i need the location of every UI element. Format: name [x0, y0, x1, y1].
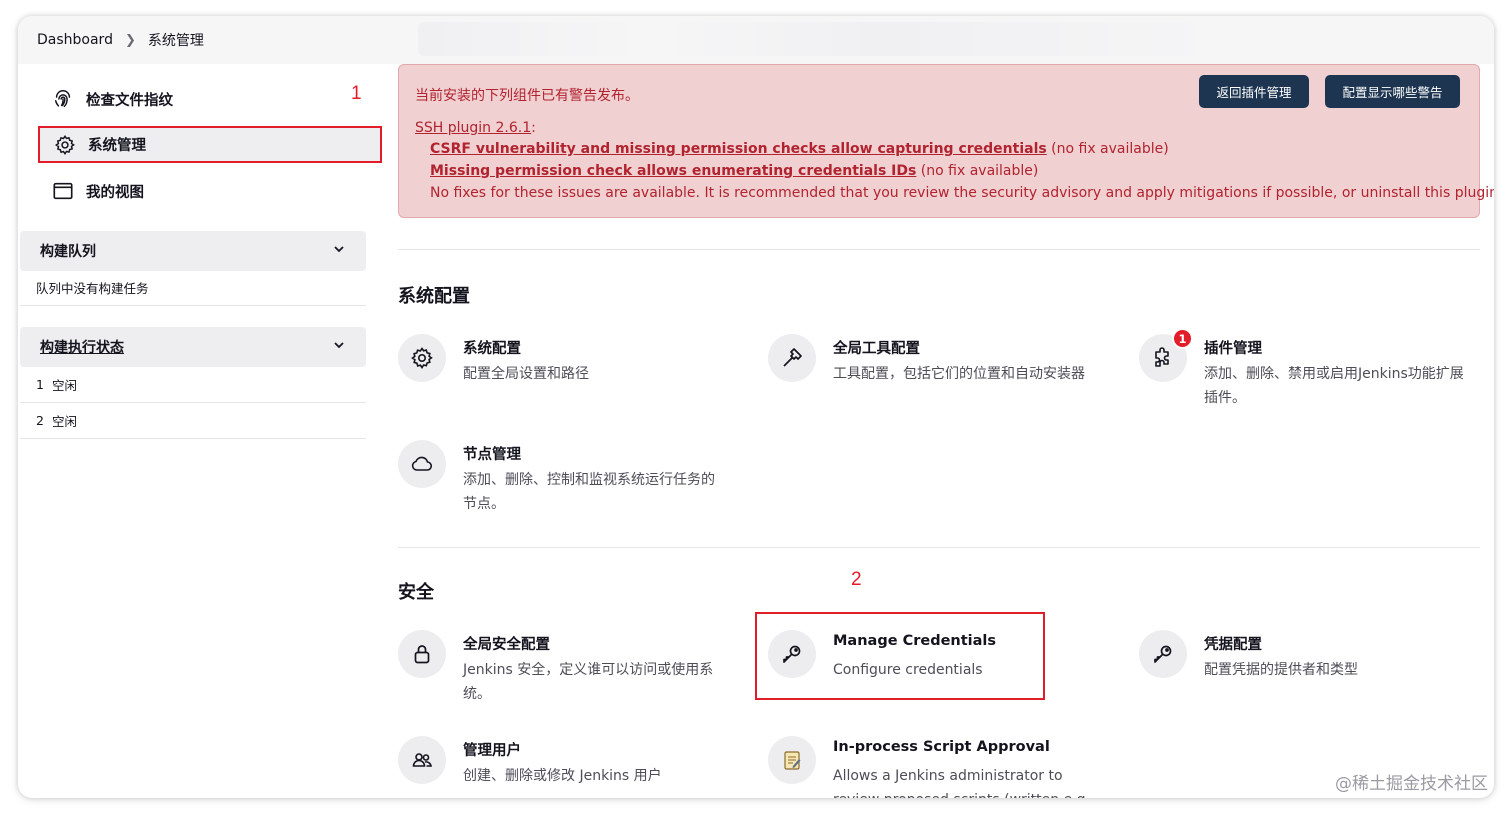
issue-link[interactable]: CSRF vulnerability and missing permissio… [430, 141, 1047, 157]
tile-title: 凭据配置 [1204, 637, 1262, 653]
hammer-icon [768, 334, 816, 382]
sidebar-item-my-views[interactable]: 我的视图 [38, 172, 382, 210]
section-title-system-config: 系统配置 [398, 286, 470, 307]
alert-message: 当前安装的下列组件已有警告发布。 [415, 88, 639, 104]
sidebar-item-system-management[interactable]: 系统管理 [38, 126, 382, 163]
sidebar-item-label: 系统管理 [88, 138, 146, 154]
section-title-security: 安全 [398, 582, 434, 603]
tile-desc: Jenkins 安全，定义谁可以访问或使用系统。 [463, 662, 714, 702]
tile-title: 管理用户 [463, 743, 521, 759]
gear-icon [54, 134, 76, 156]
executor-status: 空闲 [51, 378, 77, 393]
tile-desc: 配置全局设置和路径 [463, 366, 589, 382]
tile-system-config[interactable]: 系统配置 配置全局设置和路径 [398, 334, 738, 430]
tile-global-tool-config[interactable]: 全局工具配置 工具配置，包括它们的位置和自动安装器 [768, 334, 1108, 430]
window: Dashboard ❯ 系统管理 检查文件指纹 1 系统管理 我的视图 构建队列… [18, 16, 1494, 798]
annotation-marker-2: 2 [851, 569, 862, 590]
executor-status-header[interactable]: 构建执行状态 [20, 327, 366, 367]
executor-row: 2 空闲 [20, 403, 366, 439]
gear-icon [398, 334, 446, 382]
tile-desc: 配置凭据的提供者和类型 [1204, 662, 1358, 678]
plugin-link[interactable]: SSH plugin 2.6.1 [415, 120, 531, 136]
blurred-region [418, 22, 1198, 56]
executor-status: 空闲 [51, 414, 77, 429]
tile-plugin-management[interactable]: 1 插件管理 添加、删除、禁用或启用Jenkins功能扩展插件。 [1139, 328, 1479, 430]
plugin-suffix: : [531, 120, 536, 136]
key-icon [1139, 630, 1187, 678]
back-to-plugins-button[interactable]: 返回插件管理 [1199, 75, 1309, 108]
security-warning-alert: 当前安装的下列组件已有警告发布。 返回插件管理 配置显示哪些警告 SSH plu… [398, 64, 1494, 218]
configure-warnings-button[interactable]: 配置显示哪些警告 [1325, 75, 1460, 108]
chevron-down-icon[interactable] [332, 242, 346, 260]
tile-desc: 创建、删除或修改 Jenkins 用户 [463, 768, 662, 784]
highlight-box [755, 612, 1045, 700]
executor-number: 2 [36, 413, 44, 428]
tile-desc: 添加、删除、禁用或启用Jenkins功能扩展插件。 [1204, 366, 1464, 406]
watermark: @稀土掘金技术社区 [1335, 774, 1488, 794]
window-icon [52, 180, 74, 202]
chevron-down-icon[interactable] [332, 338, 346, 356]
chevron-right-icon: ❯ [124, 32, 136, 48]
build-queue-empty-text: 队列中没有构建任务 [36, 281, 149, 296]
sidebar-item-fingerprint[interactable]: 检查文件指纹 [38, 80, 382, 118]
breadcrumb-home[interactable]: Dashboard [37, 32, 113, 48]
executor-status-title[interactable]: 构建执行状态 [40, 337, 124, 357]
tile-node-management[interactable]: 节点管理 添加、删除、控制和监视系统运行任务的节点。 [398, 440, 738, 536]
notification-badge: 1 [1172, 328, 1193, 349]
sidebar-item-label: 检查文件指纹 [86, 92, 173, 109]
tile-script-approval[interactable]: In-process Script Approval Allows a Jenk… [768, 736, 1108, 798]
breadcrumb: Dashboard ❯ 系统管理 [18, 16, 1494, 64]
issue-note: (no fix available) [920, 163, 1039, 179]
tile-desc: 工具配置，包括它们的位置和自动安装器 [833, 366, 1085, 382]
issue-link[interactable]: Missing permission check allows enumerat… [430, 163, 916, 179]
tile-desc: 添加、删除、控制和监视系统运行任务的节点。 [463, 472, 715, 512]
annotation-marker-1: 1 [351, 83, 362, 104]
tile-title: In-process Script Approval [833, 739, 1050, 755]
tile-title: 全局安全配置 [463, 637, 550, 653]
cloud-icon [398, 440, 446, 488]
sidebar-item-label: 我的视图 [86, 184, 144, 201]
divider [398, 547, 1480, 548]
lock-icon [398, 630, 446, 678]
executor-number: 1 [36, 377, 44, 392]
tile-desc: Allows a Jenkins administrator to review… [833, 768, 1090, 798]
tile-title: 全局工具配置 [833, 341, 920, 357]
build-queue-empty: 队列中没有构建任务 [20, 270, 366, 306]
breadcrumb-current[interactable]: 系统管理 [148, 30, 204, 50]
fingerprint-icon [52, 88, 74, 110]
tile-manage-users[interactable]: 管理用户 创建、删除或修改 Jenkins 用户 [398, 736, 738, 798]
tile-global-security[interactable]: 全局安全配置 Jenkins 安全，定义谁可以访问或使用系统。 [398, 630, 738, 726]
tile-title: 系统配置 [463, 341, 521, 357]
tile-title: 节点管理 [463, 447, 521, 463]
notepad-icon [768, 736, 816, 784]
issue-note: (no fix available) [1051, 141, 1169, 157]
users-icon [398, 736, 446, 784]
tile-credential-config[interactable]: 凭据配置 配置凭据的提供者和类型 [1139, 630, 1479, 726]
tile-title: 插件管理 [1204, 341, 1262, 357]
build-queue-title: 构建队列 [40, 244, 96, 260]
executor-row: 1 空闲 [20, 367, 366, 403]
build-queue-header[interactable]: 构建队列 [20, 231, 366, 271]
divider [398, 249, 1480, 250]
alert-footer: No fixes for these issues are available.… [430, 185, 1494, 201]
